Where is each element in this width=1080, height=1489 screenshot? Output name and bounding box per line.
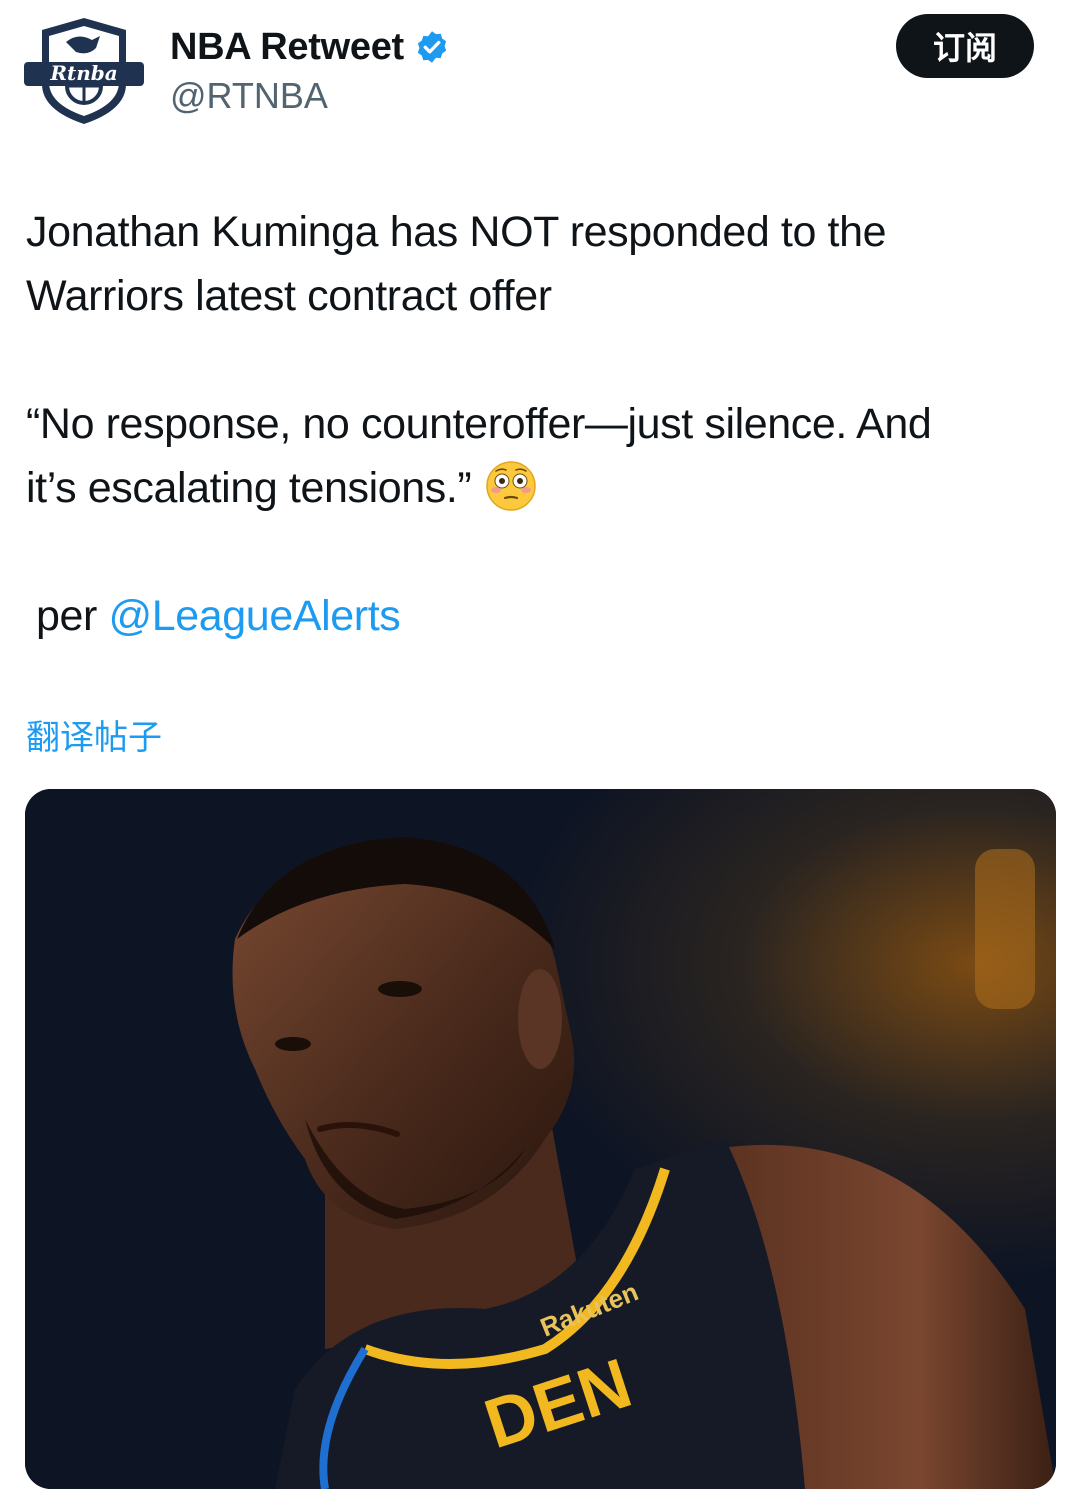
display-name-text: NBA Retweet bbox=[170, 26, 404, 68]
tweet-media-image[interactable]: Rakuten DEN bbox=[25, 789, 1056, 1489]
display-name[interactable]: NBA Retweet bbox=[170, 24, 450, 70]
translate-post-link[interactable]: 翻译帖子 bbox=[26, 716, 162, 760]
tweet-quote-text: it’s escalating tensions.” bbox=[26, 464, 472, 512]
avatar-text: Rtnba bbox=[49, 61, 117, 85]
avatar[interactable]: Rtnba bbox=[22, 14, 146, 126]
tweet-line: Warriors latest contract offer bbox=[26, 272, 552, 320]
tweet-attribution: per @LeagueAlerts bbox=[26, 584, 1062, 648]
tweet-quote-line: “No response, no counteroffer—just silen… bbox=[26, 400, 932, 448]
player-photo: Rakuten DEN bbox=[25, 789, 1056, 1489]
tweet-quote-line-2: it’s escalating tensions.” bbox=[26, 456, 1062, 520]
subscribe-button[interactable]: 订阅 bbox=[896, 14, 1034, 78]
account-handle[interactable]: @RTNBA bbox=[170, 74, 328, 118]
rtnba-logo: Rtnba bbox=[24, 18, 144, 124]
verified-badge-icon bbox=[417, 31, 446, 63]
flushed-face-emoji-icon bbox=[486, 461, 537, 511]
tweet-line: Jonathan Kuminga has NOT responded to th… bbox=[26, 208, 887, 256]
tweet-text: Jonathan Kuminga has NOT responded to th… bbox=[26, 200, 1062, 648]
per-prefix: per bbox=[36, 592, 109, 640]
mention-link[interactable]: @LeagueAlerts bbox=[109, 592, 401, 640]
